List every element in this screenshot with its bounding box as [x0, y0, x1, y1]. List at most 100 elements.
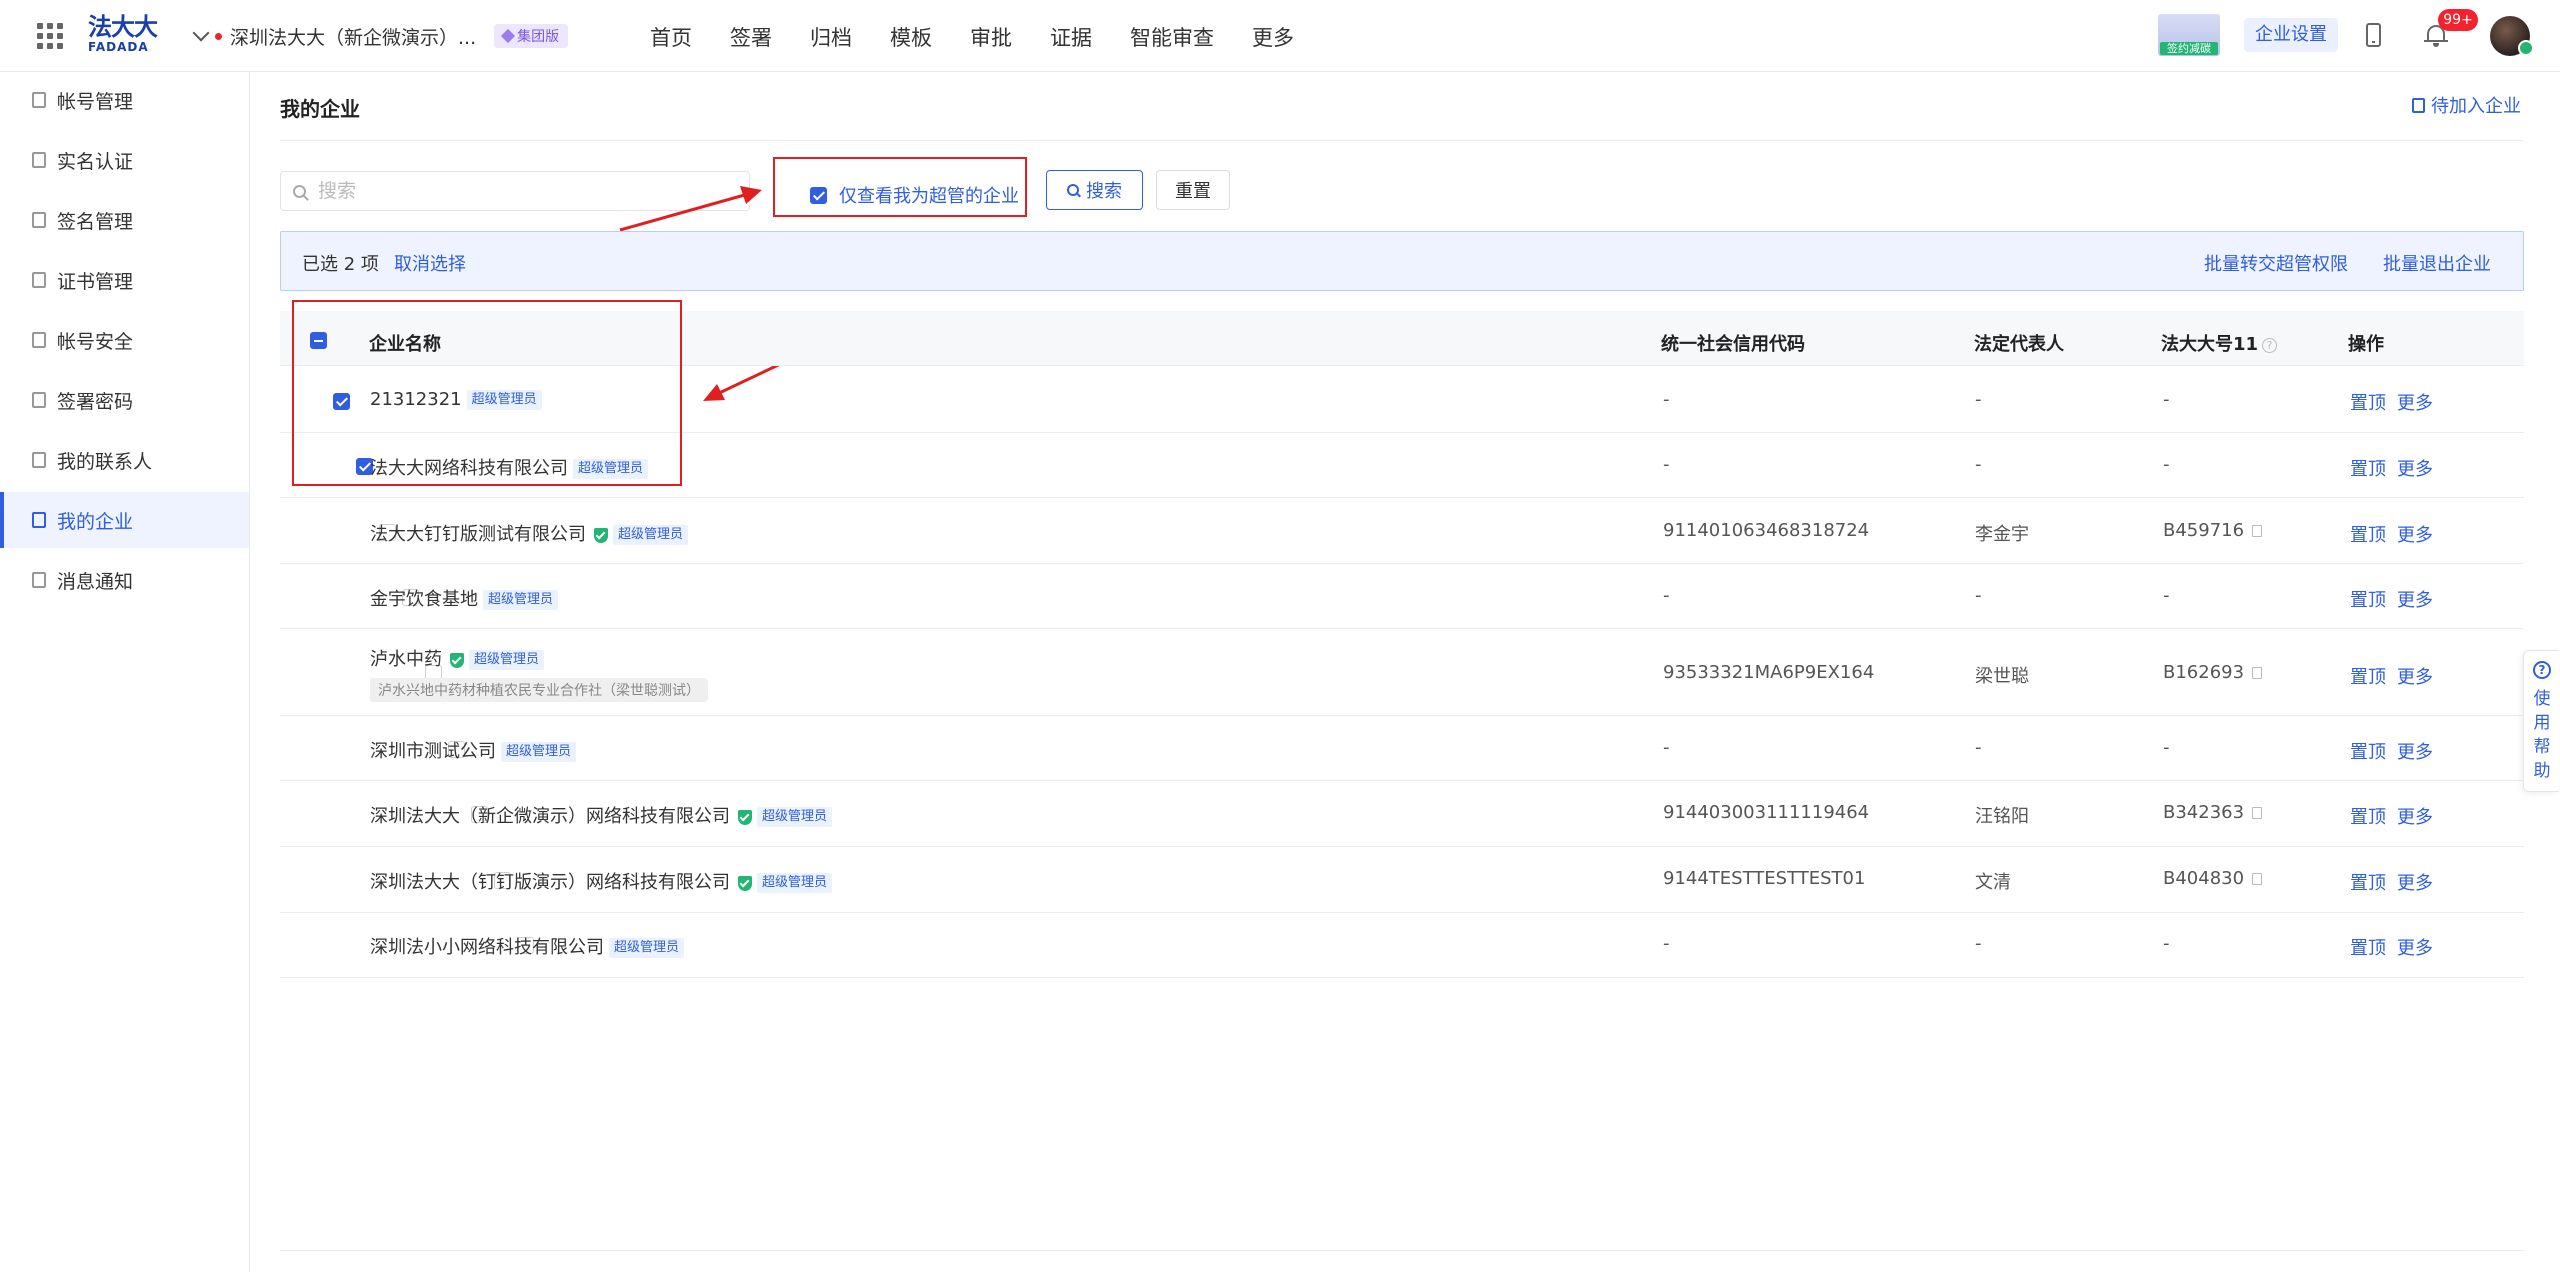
- nav-archive[interactable]: 归档: [810, 22, 852, 52]
- mobile-icon[interactable]: [2366, 23, 2381, 47]
- top-navigation-bar: 法大大 FADADA 深圳法大大（新企微演示）... 集团版 首页 签署 归档 …: [0, 0, 2560, 72]
- sidebar-item-messages[interactable]: 消息通知: [0, 552, 249, 608]
- fdd-no-cell: B459716: [2163, 520, 2263, 541]
- copy-icon[interactable]: [2252, 525, 2263, 537]
- copy-icon[interactable]: [2252, 807, 2263, 819]
- more-link[interactable]: 更多: [2397, 738, 2433, 764]
- sidebar-item-my-enterprise[interactable]: 我的企业: [0, 492, 249, 548]
- enterprise-name-cell: 深圳法大大（钉钉版演示）网络科技有限公司 超级管理员: [370, 868, 833, 894]
- pin-top-link[interactable]: 置顶: [2350, 586, 2386, 612]
- pin-top-link[interactable]: 置顶: [2350, 663, 2386, 689]
- sidebar-item-security[interactable]: 帐号安全: [0, 312, 249, 368]
- fdd-no-value: B162693: [2163, 662, 2245, 683]
- pin-top-link[interactable]: 置顶: [2350, 934, 2386, 960]
- credit-code-cell: 911401063468318724: [1663, 520, 1870, 541]
- row-divider: [280, 715, 2524, 716]
- legal-rep-cell: -: [1975, 454, 1982, 475]
- legal-rep-cell: -: [1975, 933, 1982, 954]
- account-icon: [32, 92, 46, 108]
- more-link[interactable]: 更多: [2397, 455, 2433, 481]
- more-link[interactable]: 更多: [2397, 663, 2433, 689]
- nav-evidence[interactable]: 证据: [1050, 22, 1092, 52]
- more-link[interactable]: 更多: [2397, 869, 2433, 895]
- sidebar-item-account[interactable]: 帐号管理: [0, 72, 249, 128]
- verified-shield-icon: [594, 527, 608, 543]
- batch-exit-link[interactable]: 批量退出企业: [2383, 250, 2491, 276]
- super-admin-tag: 超级管理员: [483, 590, 559, 610]
- nav-template[interactable]: 模板: [890, 22, 932, 52]
- only-super-admin-checkbox[interactable]: 仅查看我为超管的企业: [810, 182, 1019, 208]
- nav-approval[interactable]: 审批: [970, 22, 1012, 52]
- sub-enterprise-tag: 泸水兴地中药材种植农民专业合作社（梁世聪测试）: [370, 678, 708, 702]
- carbon-promo-banner[interactable]: 签约减碳: [2158, 14, 2220, 56]
- fdd-no-label: 法大大号11: [2161, 334, 2259, 355]
- pin-top-link[interactable]: 置顶: [2350, 869, 2386, 895]
- pin-top-link[interactable]: 置顶: [2350, 455, 2386, 481]
- sidebar-item-signature[interactable]: 签名管理: [0, 192, 249, 248]
- fdd-no-cell: -: [2163, 454, 2170, 475]
- pin-top-link[interactable]: 置顶: [2350, 803, 2386, 829]
- nav-sign[interactable]: 签署: [730, 22, 772, 52]
- more-link[interactable]: 更多: [2397, 934, 2433, 960]
- legal-rep-cell: -: [1975, 389, 1982, 410]
- credit-code-cell: -: [1663, 454, 1670, 475]
- question-icon: ?: [2533, 661, 2551, 679]
- more-link[interactable]: 更多: [2397, 521, 2433, 547]
- fdd-no-cell: -: [2163, 585, 2170, 606]
- enterprise-name: 金宇饮食基地: [370, 589, 478, 610]
- enterprise-icon: [32, 512, 46, 528]
- more-link[interactable]: 更多: [2397, 803, 2433, 829]
- copy-icon[interactable]: [2252, 873, 2263, 885]
- batch-transfer-admin-link[interactable]: 批量转交超管权限: [2204, 250, 2348, 276]
- legal-rep-cell: 文清: [1975, 872, 2011, 893]
- page-title: 我的企业: [280, 97, 360, 121]
- super-admin-tag: 超级管理员: [757, 807, 833, 827]
- enterprise-name: 深圳法小小网络科技有限公司: [370, 937, 604, 958]
- shield-icon: [32, 332, 46, 348]
- search-button[interactable]: 搜索: [1046, 170, 1143, 210]
- sidebar-item-certificate[interactable]: 证书管理: [0, 252, 249, 308]
- sidebar-item-label: 我的企业: [57, 510, 134, 533]
- legal-rep-cell: -: [1975, 585, 1982, 606]
- sidebar-item-label: 签署密码: [57, 390, 134, 413]
- sidebar-item-contacts[interactable]: 我的联系人: [0, 432, 249, 488]
- enterprise-name-cell: 金宇饮食基地 超级管理员: [370, 585, 559, 611]
- pending-enterprises-link[interactable]: 待加入企业: [2412, 92, 2521, 118]
- more-link[interactable]: 更多: [2397, 389, 2433, 415]
- app-grid-icon[interactable]: [37, 23, 63, 49]
- fdd-no-value: B459716: [2163, 520, 2245, 541]
- help-icon[interactable]: ?: [2262, 337, 2278, 353]
- group-edition-badge: 集团版: [494, 24, 569, 48]
- checkbox-checked-icon[interactable]: [810, 186, 827, 204]
- certificate-icon: [32, 272, 46, 288]
- enterprise-name: 深圳法大大（新企微演示）网络科技有限公司: [370, 806, 730, 827]
- legal-rep-cell: 梁世聪: [1975, 666, 2029, 687]
- fadada-logo[interactable]: 法大大 FADADA: [88, 14, 158, 56]
- reset-button[interactable]: 重置: [1156, 170, 1230, 210]
- super-admin-tag: 超级管理员: [469, 650, 545, 670]
- sidebar-item-verify[interactable]: 实名认证: [0, 132, 249, 188]
- help-tab[interactable]: ? 使用帮助: [2523, 650, 2559, 792]
- chevron-down-icon: [192, 24, 210, 42]
- pin-top-link[interactable]: 置顶: [2350, 738, 2386, 764]
- org-switcher[interactable]: 深圳法大大（新企微演示）... 集团版: [192, 22, 569, 50]
- nav-home[interactable]: 首页: [650, 22, 692, 52]
- cancel-selection-link[interactable]: 取消选择: [394, 250, 466, 276]
- search-icon: [1067, 184, 1079, 196]
- diamond-icon: [501, 28, 516, 44]
- row-divider: [280, 912, 2524, 913]
- sidebar-item-label: 帐号安全: [57, 330, 134, 353]
- verified-shield-icon: [738, 875, 752, 891]
- fdd-no-cell: B404830: [2163, 868, 2263, 889]
- enterprise-settings-button[interactable]: 企业设置: [2244, 18, 2338, 52]
- pin-top-link[interactable]: 置顶: [2350, 389, 2386, 415]
- copy-icon[interactable]: [2252, 667, 2263, 679]
- selected-count: 已选 2 项: [302, 254, 379, 275]
- sidebar-item-sign-password[interactable]: 签署密码: [0, 372, 249, 428]
- credit-code-cell: -: [1663, 737, 1670, 758]
- more-link[interactable]: 更多: [2397, 586, 2433, 612]
- pin-top-link[interactable]: 置顶: [2350, 521, 2386, 547]
- nav-smart-review[interactable]: 智能审查: [1130, 22, 1214, 52]
- main-nav: 首页 签署 归档 模板 审批 证据 智能审查 更多: [650, 22, 1332, 52]
- nav-more[interactable]: 更多: [1252, 22, 1294, 52]
